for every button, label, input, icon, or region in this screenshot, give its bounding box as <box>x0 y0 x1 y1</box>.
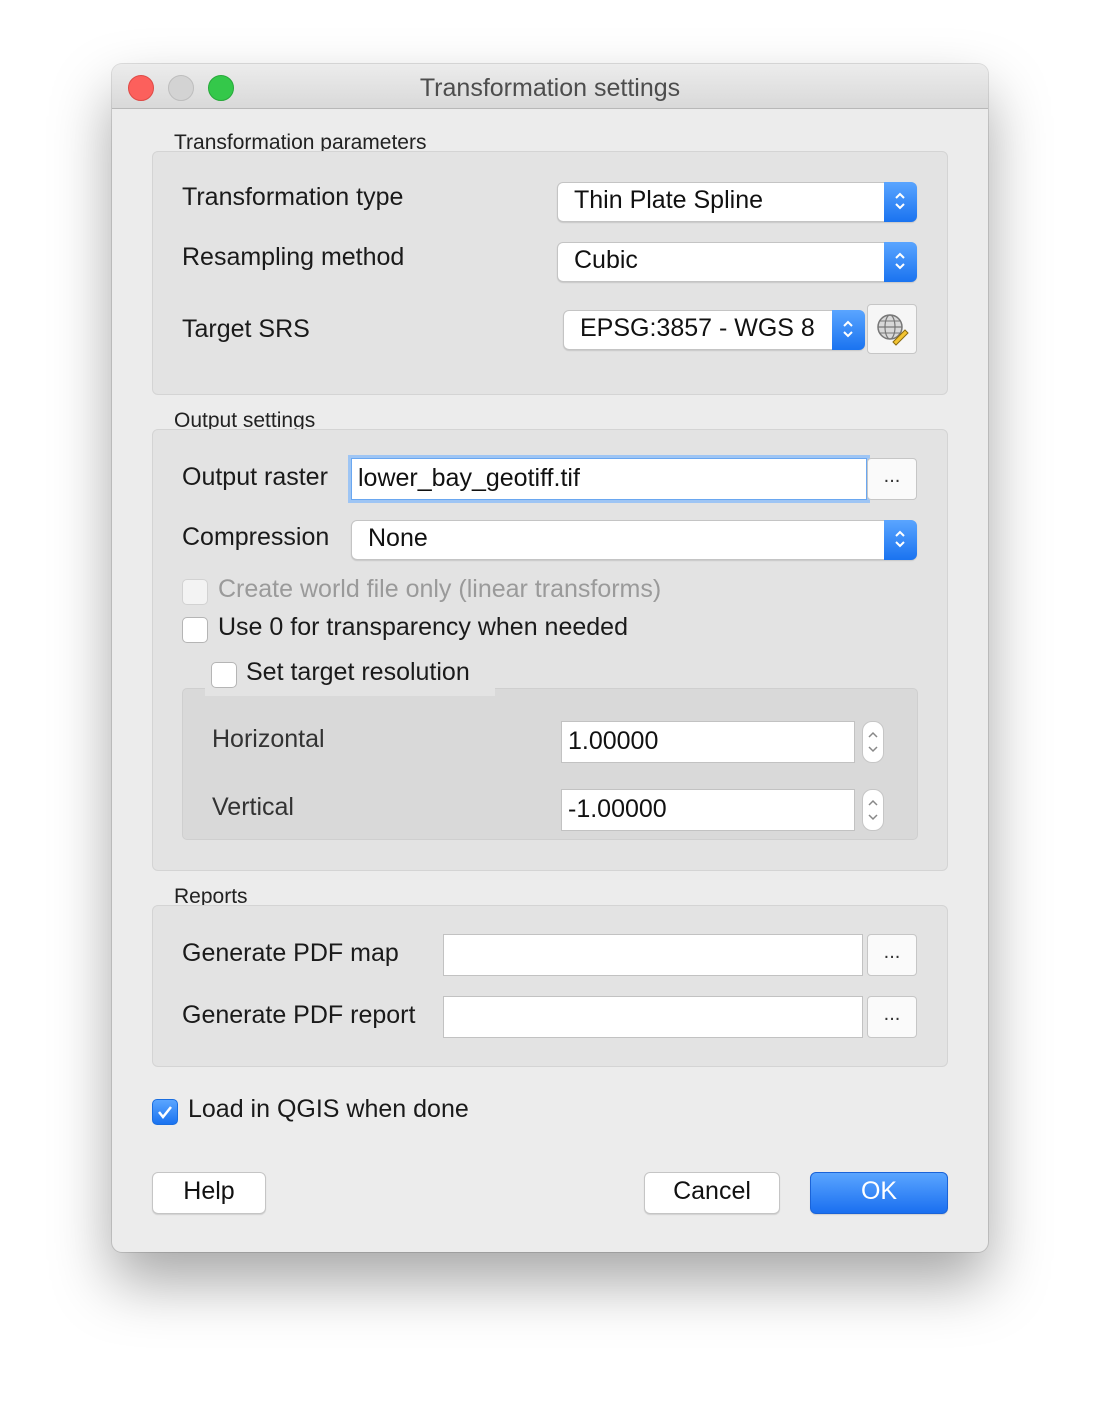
target-resolution-checkbox[interactable] <box>211 662 237 688</box>
target-srs-value: EPSG:3857 - WGS 8 <box>580 314 815 342</box>
transformation-type-label: Transformation type <box>182 183 404 211</box>
load-in-qgis-checkbox[interactable] <box>152 1099 178 1125</box>
transparency-label: Use 0 for transparency when needed <box>218 613 628 641</box>
help-button[interactable]: Help <box>152 1172 266 1214</box>
updown-chevron-icon <box>884 520 917 560</box>
vertical-input[interactable]: -1.00000 <box>561 789 855 831</box>
vertical-value: -1.00000 <box>568 795 667 823</box>
select-crs-button[interactable] <box>867 304 917 354</box>
updown-chevron-icon <box>868 731 878 753</box>
reports-group: Generate PDF map ... Generate PDF report… <box>152 905 948 1067</box>
output-raster-value: lower_bay_geotiff.tif <box>358 464 580 492</box>
horizontal-input[interactable]: 1.00000 <box>561 721 855 763</box>
output-raster-input[interactable]: lower_bay_geotiff.tif <box>351 458 867 500</box>
output-raster-browse-button[interactable]: ... <box>867 458 917 500</box>
pdf-report-label: Generate PDF report <box>182 1001 416 1029</box>
resampling-method-value: Cubic <box>574 246 638 274</box>
transformation-type-combo[interactable]: Thin Plate Spline <box>557 182 917 222</box>
updown-chevron-icon <box>832 310 865 350</box>
pdf-report-browse-button[interactable]: ... <box>867 996 917 1038</box>
output-group: Output raster lower_bay_geotiff.tif ... … <box>152 429 948 871</box>
title-bar: Transformation settings <box>112 64 988 109</box>
transparency-checkbox[interactable] <box>182 617 208 643</box>
target-resolution-label: Set target resolution <box>246 658 470 686</box>
world-file-label: Create world file only (linear transform… <box>218 575 662 603</box>
pdf-report-input[interactable] <box>443 996 863 1038</box>
pdf-map-input[interactable] <box>443 934 863 976</box>
world-file-checkbox[interactable] <box>182 579 208 605</box>
target-srs-combo[interactable]: EPSG:3857 - WGS 8 <box>563 310 865 350</box>
pdf-map-browse-button[interactable]: ... <box>867 934 917 976</box>
horizontal-spinner[interactable] <box>862 721 884 763</box>
transformation-settings-dialog: Transformation settings Transformation p… <box>112 64 988 1252</box>
checkmark-icon <box>158 1106 172 1120</box>
resampling-method-combo[interactable]: Cubic <box>557 242 917 282</box>
updown-chevron-icon <box>884 182 917 222</box>
cancel-button[interactable]: Cancel <box>644 1172 780 1214</box>
output-raster-label: Output raster <box>182 463 328 491</box>
target-resolution-group: Horizontal 1.00000 Vertical -1.00000 <box>182 688 918 840</box>
compression-value: None <box>368 524 428 552</box>
window-title: Transformation settings <box>419 74 681 102</box>
horizontal-value: 1.00000 <box>568 727 659 755</box>
load-in-qgis-label: Load in QGIS when done <box>188 1095 469 1123</box>
ok-button[interactable]: OK <box>810 1172 948 1214</box>
pdf-map-label: Generate PDF map <box>182 939 399 967</box>
vertical-label: Vertical <box>212 793 294 821</box>
vertical-spinner[interactable] <box>862 789 884 831</box>
transformation-group: Transformation type Thin Plate Spline Re… <box>152 151 948 395</box>
horizontal-label: Horizontal <box>212 725 325 753</box>
compression-label: Compression <box>182 523 330 551</box>
updown-chevron-icon <box>868 799 878 821</box>
globe-pencil-icon <box>877 314 909 346</box>
transformation-type-value: Thin Plate Spline <box>574 186 764 214</box>
updown-chevron-icon <box>884 242 917 282</box>
resampling-method-label: Resampling method <box>182 243 405 271</box>
target-srs-label: Target SRS <box>182 315 310 343</box>
compression-combo[interactable]: None <box>351 520 917 560</box>
